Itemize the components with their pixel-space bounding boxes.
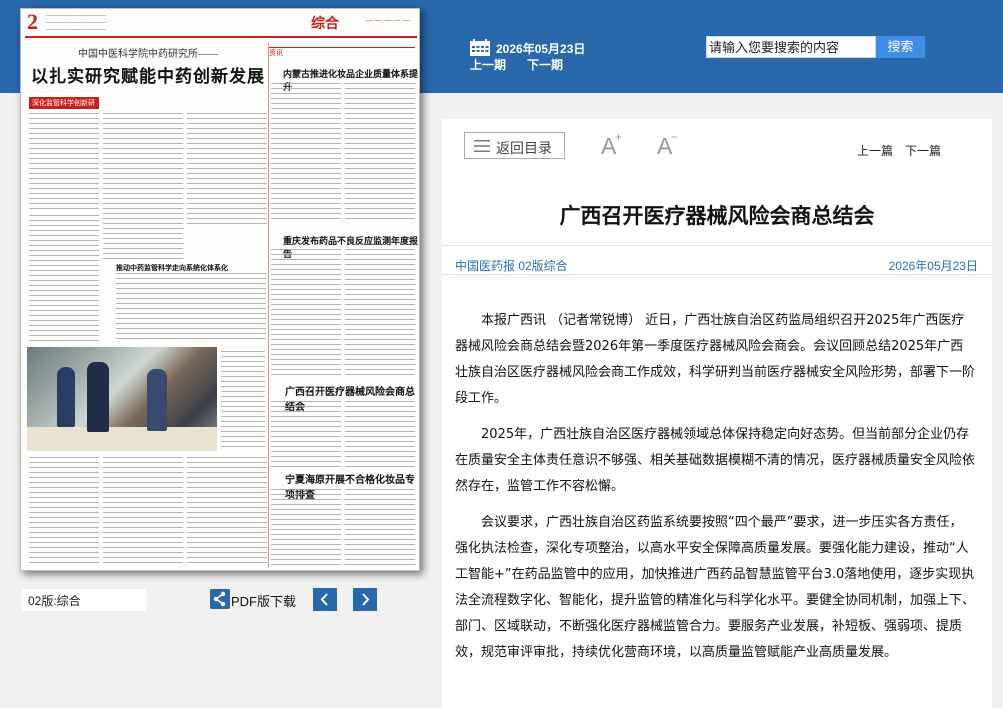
text-block [103,113,183,261]
lead-story-subtitle: 中国中医科学院中药研究所—— [78,49,218,60]
page-controls: 02版:综合 PDF版下载 [20,585,420,615]
article-source[interactable]: 中国医药报 02版综合 [455,257,568,274]
issue-date: 2026年05月23日 [496,42,586,56]
newspaper-page-image[interactable]: 2 ———————————— ———————————— ———————————— 综… [20,8,420,571]
text-block [345,83,415,223]
article-paragraph: 2025年，广西壮族自治区医疗器械领域总体保持稳定向好态势。但当前部分企业仍存在… [455,427,976,494]
column-tag: 深化监管科学创新研究 [29,97,99,119]
text-block [345,249,415,375]
article-date: 2026年05月23日 [888,259,978,273]
text-block [29,457,99,567]
text-block [103,457,183,567]
article-title: 广西召开医疗器械风险会商总结会 [559,205,875,228]
photo-person [87,362,109,432]
text-block [271,249,341,375]
text-block [271,83,341,223]
newspaper-section-name: 综合 [311,16,339,32]
article-meta: 中国医药报 02版综合 2026年05月23日 [442,245,992,275]
article-paragraph: 会议要求，广西壮族自治区药监系统要按照“四个最严”要求，进一步压实各方责任，强化… [455,515,976,660]
newspaper-lead-story-heading: 中国中医科学院中药研究所—— 以扎实研究赋能中药创新发展 [29,45,267,87]
search-input[interactable] [706,36,876,58]
issue-date-nav: 2026年05月23日 上一期 下一期 [470,37,590,73]
newspaper-header-info: ———————————— ———————————— ———————————— [46,13,106,33]
article-paragraph: 本报广西讯 （记者常锐博） 近日，广西壮族自治区药监局组织召开2025年广西医疗… [455,313,976,406]
text-block [29,113,99,211]
chevron-right-icon [362,593,370,606]
text-block [187,457,267,567]
photo-person [57,367,75,427]
back-to-contents-button[interactable]: 返回目录 [464,132,565,159]
chevron-left-icon [320,593,328,606]
text-block [221,351,265,451]
text-block [271,489,341,567]
back-to-contents-label: 返回目录 [496,140,552,156]
news-brief-box: 资讯 [269,47,415,67]
prev-page-button[interactable] [313,588,337,611]
share-icon [210,589,230,609]
menu-icon [474,140,490,152]
newspaper-column-headline: 推动中药监管科学走向系统化体系化 [116,264,228,272]
calendar-icon[interactable] [470,39,490,56]
article-body: 本报广西讯 （记者常锐博） 近日，广西壮族自治区药监局组织召开2025年广西医疗… [455,308,975,676]
text-block [116,273,266,341]
news-photo [27,347,217,451]
text-block [345,401,415,467]
next-page-button[interactable] [353,588,377,611]
previous-article-link[interactable]: 上一篇 [857,142,893,159]
news-brief-label: 资讯 [269,49,283,57]
text-block [29,215,99,341]
lead-story-title: 以扎实研究赋能中药创新发展 [31,67,265,86]
font-decrease-icon[interactable]: A − [656,130,682,159]
next-issue-link[interactable]: 下一期 [527,56,563,73]
photo-person [147,369,167,431]
search-button[interactable]: 搜索 [876,36,925,58]
pdf-download-label: PDF版下载 [231,594,297,609]
previous-issue-link[interactable]: 上一期 [470,56,506,73]
page-select[interactable]: 02版:综合 [22,589,146,611]
text-block [345,489,415,567]
newspaper-page-number: 2 [27,9,38,34]
photo-shelf [27,427,217,451]
article-toolbar: 返回目录 A + A − 上一篇 下一篇 [442,119,992,179]
next-article-link[interactable]: 下一篇 [905,142,941,159]
column-divider [268,43,269,567]
newspaper-masthead: 2 ———————————— ———————————— ———————————— 综… [21,9,419,35]
text-block [187,113,267,225]
newspaper-logo: — — — — — [366,15,410,24]
font-increase-icon[interactable]: A + [600,130,626,159]
article-panel: 返回目录 A + A − 上一篇 下一篇 广西召开医疗器械风险会商总结会 中国医药报… [442,119,992,708]
masthead-divider [25,36,417,38]
text-block [271,401,341,467]
